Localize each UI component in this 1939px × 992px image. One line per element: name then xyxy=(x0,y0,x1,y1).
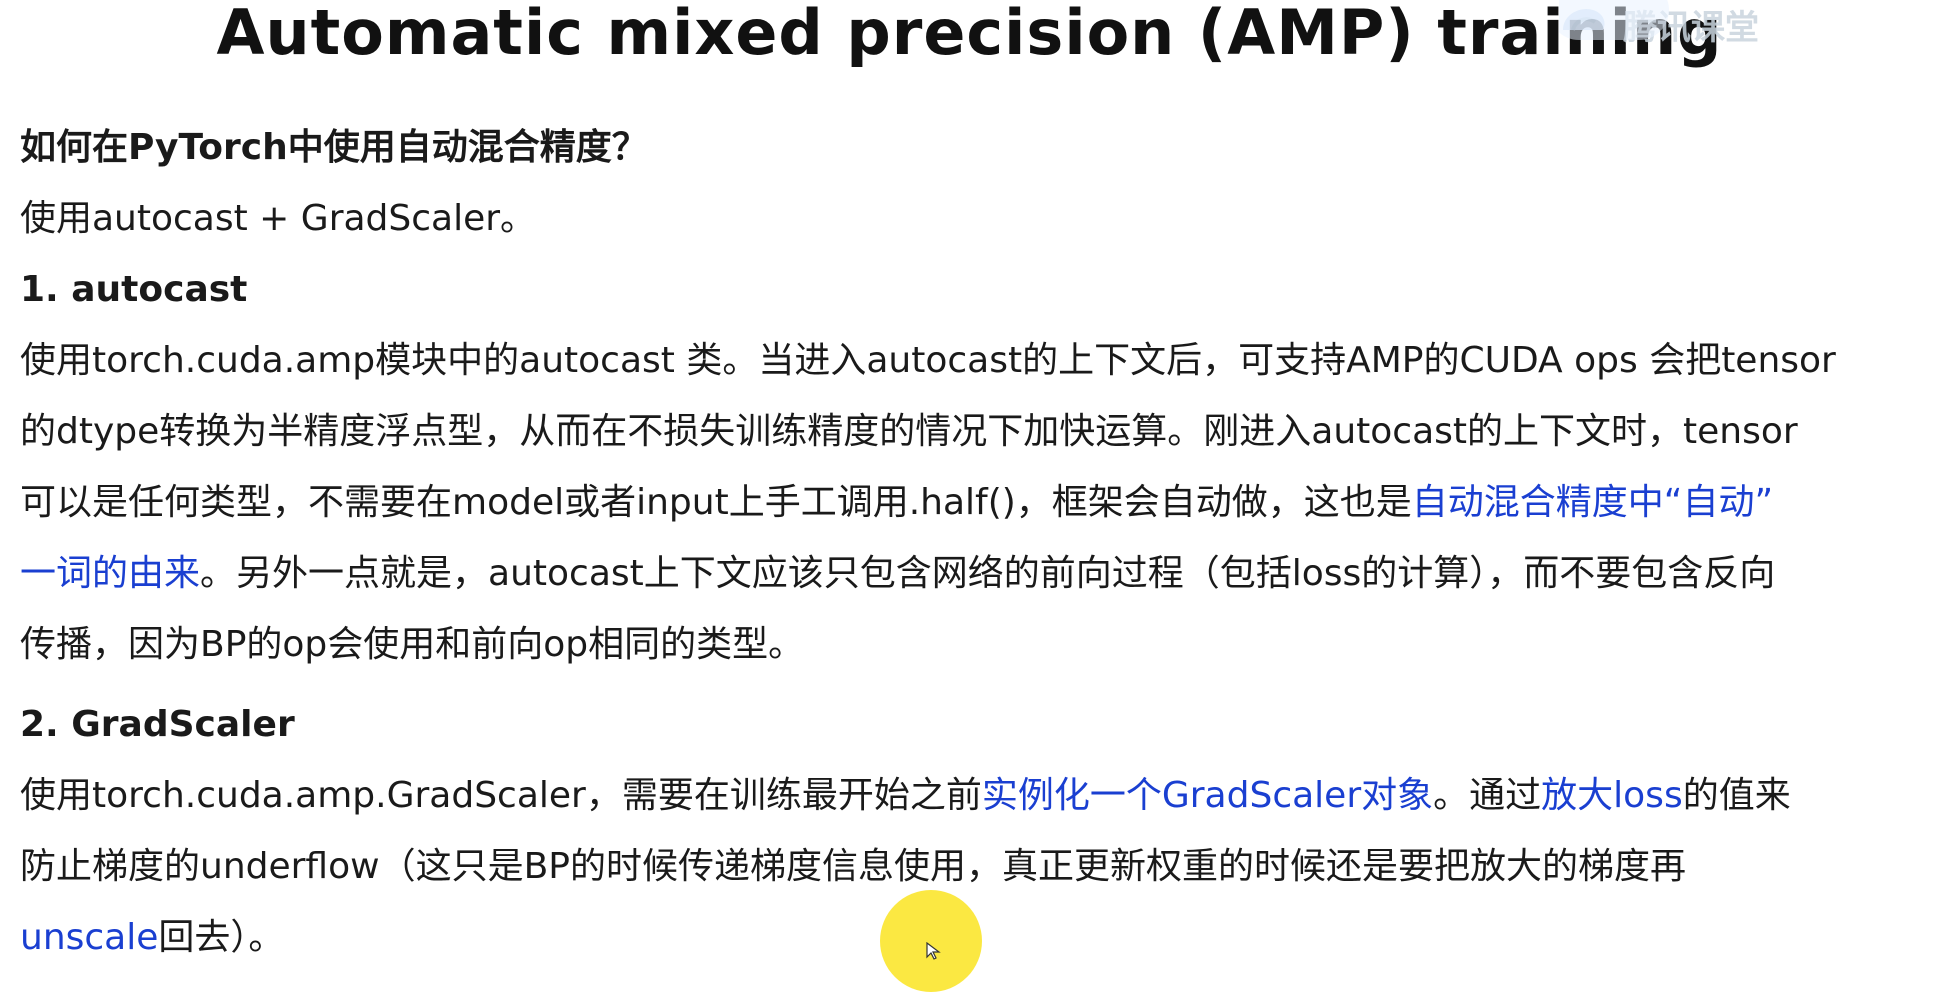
watermark: 腾讯课堂 xyxy=(1559,0,1939,46)
gradscaler-paragraph-line: 防止梯度的underflow（这只是BP的时候传递梯度信息使用，真正更新权重的时… xyxy=(20,846,1686,887)
highlight-link-auto[interactable]: 自动混合精度中“自动” xyxy=(1412,482,1773,523)
watermark-decor xyxy=(1559,0,1669,40)
highlight-link-unscale[interactable]: unscale xyxy=(20,917,158,958)
cursor-highlight xyxy=(880,890,982,992)
highlight-link-origin[interactable]: 一词的由来 xyxy=(20,553,200,594)
paragraph-text: 回去）。 xyxy=(158,917,285,958)
paragraph-text: 。另外一点就是，autocast上下文应该只包含网络的前向过程（包括loss的计… xyxy=(200,553,1776,594)
question-heading: 如何在PyTorch中使用自动混合精度？ xyxy=(20,127,648,168)
highlight-link-scale-loss[interactable]: 放大loss xyxy=(1541,775,1683,816)
paragraph-text: 可以是任何类型，不需要在model或者input上手工调用.half()，框架会… xyxy=(20,482,1412,523)
section-heading-gradscaler: 2. GradScaler xyxy=(20,704,295,745)
gradscaler-paragraph-line: 使用torch.cuda.amp.GradScaler，需要在训练最开始之前实例… xyxy=(20,760,1925,831)
autocast-paragraph-line: 可以是任何类型，不需要在model或者input上手工调用.half()，框架会… xyxy=(20,467,1925,538)
document-body: 如何在PyTorch中使用自动混合精度？ 使用autocast + GradSc… xyxy=(20,112,1925,973)
mouse-pointer-icon xyxy=(926,942,941,960)
section-heading-autocast: 1. autocast xyxy=(20,269,248,310)
paragraph-text: 的值来 xyxy=(1682,775,1791,816)
paragraph-text: 。通过 xyxy=(1433,775,1542,816)
autocast-paragraph-line: 使用torch.cuda.amp模块中的autocast 类。当进入autoca… xyxy=(20,340,1836,381)
autocast-paragraph-line: 的dtype转换为半精度浮点型，从而在不损失训练精度的情况下加快运算。刚进入au… xyxy=(20,411,1798,452)
autocast-paragraph-line: 一词的由来。另外一点就是，autocast上下文应该只包含网络的前向过程（包括l… xyxy=(20,538,1925,609)
question-answer: 使用autocast + GradScaler。 xyxy=(20,198,537,239)
highlight-link-instantiate[interactable]: 实例化一个GradScaler对象 xyxy=(982,775,1433,816)
autocast-paragraph-line: 传播，因为BP的op会使用和前向op相同的类型。 xyxy=(20,624,805,665)
paragraph-text: 使用torch.cuda.amp.GradScaler，需要在训练最开始之前 xyxy=(20,775,982,816)
